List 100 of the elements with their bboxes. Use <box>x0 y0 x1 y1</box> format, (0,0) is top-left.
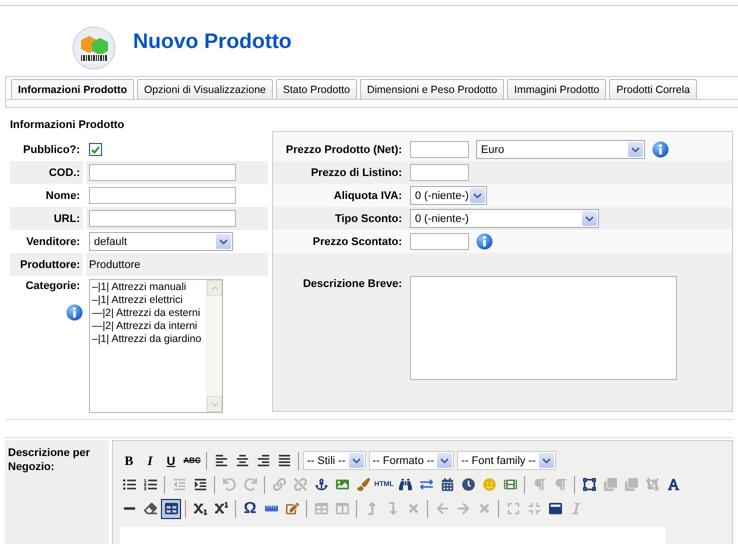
anchor-icon <box>314 478 328 491</box>
field-label: URL: <box>54 212 81 224</box>
replace-icon <box>420 478 432 491</box>
table-icon <box>314 502 328 515</box>
chevron-down-icon <box>542 458 551 464</box>
field-label: Descrizione Breve: <box>302 278 403 290</box>
dropdown[interactable]: 0 (-niente-) <box>410 209 599 228</box>
field-label: Prezzo Scontato: <box>312 236 403 248</box>
toolbar-dropdown[interactable]: -- Stili -- <box>303 451 366 470</box>
layers-icon <box>624 478 638 491</box>
outdent-icon <box>172 478 186 491</box>
paragraph-icon <box>554 478 566 491</box>
strikethrough-button[interactable]: ABC <box>182 450 202 470</box>
superscript-icon <box>214 502 228 515</box>
edit-icon <box>286 502 298 515</box>
page-title: Nuovo Prodotto <box>133 30 292 54</box>
chevron-down-icon <box>585 216 594 222</box>
align-center-icon <box>236 454 248 467</box>
field-label: Prezzo di Listino: <box>310 166 403 178</box>
clock-icon <box>462 478 474 491</box>
text-area[interactable] <box>410 276 677 380</box>
subscript-icon <box>194 502 206 515</box>
field-label: Descrizione per Negozio: <box>5 440 109 544</box>
scroll-up-icon[interactable] <box>210 286 218 290</box>
price-field[interactable] <box>410 233 469 250</box>
link-icon <box>272 478 286 491</box>
style-icon <box>570 502 582 515</box>
toolbar-dropdown[interactable]: -- Font family -- <box>457 451 556 470</box>
field-label: Aliquota IVA: <box>334 190 403 202</box>
calendar-icon <box>440 478 454 491</box>
tab[interactable]: Prodotti Correla <box>609 79 697 99</box>
list-item[interactable]: –|1| Attrezzi elettrici <box>92 294 204 307</box>
price-field[interactable] <box>410 141 469 158</box>
text-field[interactable] <box>89 164 236 181</box>
italic-button[interactable]: I <box>140 450 160 470</box>
table-icon <box>164 502 178 515</box>
scroll-down-icon[interactable] <box>210 402 218 406</box>
column-insert-icon <box>456 502 470 515</box>
columns-icon <box>336 502 348 515</box>
chevron-down-icon <box>440 458 450 464</box>
align-right-icon <box>256 454 270 467</box>
text-field[interactable] <box>89 210 236 227</box>
row-delete-icon <box>406 502 420 515</box>
field-value: Produttore <box>89 258 140 270</box>
text-field[interactable] <box>89 187 236 204</box>
dropdown[interactable]: default <box>89 232 233 251</box>
list-item[interactable]: –|1| Attrezzi da giardino <box>92 333 204 346</box>
field-label: Prezzo Prodotto (Net): <box>286 144 403 156</box>
bullet-list-icon <box>122 478 136 491</box>
toolbar-dropdown[interactable]: -- Formato -- <box>368 451 454 470</box>
tab[interactable]: Dimensioni e Peso Prodotto <box>360 79 504 99</box>
layers-icon <box>604 478 616 491</box>
numbered-list-icon <box>144 478 156 491</box>
smiley-icon <box>482 478 496 491</box>
search-icon <box>398 478 412 491</box>
text-color-icon <box>666 478 680 491</box>
field-label: COD.: <box>48 166 81 178</box>
split-cells-icon <box>506 502 520 515</box>
field-label: Nome: <box>46 190 81 202</box>
eraser-icon <box>144 502 156 515</box>
product-box-icon <box>72 26 116 70</box>
tab[interactable]: Informazioni Prodotto <box>11 79 134 99</box>
tab[interactable]: Stato Prodotto <box>276 79 358 99</box>
field-label: Produttore: <box>20 258 81 270</box>
list-item[interactable]: —|2| Attrezzi da interni <box>92 320 204 333</box>
unlink-icon <box>294 478 306 491</box>
field-label: Pubblico?: <box>23 144 81 156</box>
section-heading: Informazioni Prodotto <box>10 118 126 133</box>
category-list[interactable]: –|1| Attrezzi manuali –|1| Attrezzi elettrici —|2| Attrezzi da esterni —|2| Attrezzi da interni –|1| Attrezzi da giardino <box>89 279 223 413</box>
dropdown[interactable]: 0 (-niente-) <box>410 186 487 205</box>
price-field[interactable] <box>410 164 469 181</box>
paragraph-icon <box>532 478 546 491</box>
list-item[interactable]: —|2| Attrezzi da esterni <box>92 307 204 320</box>
checkbox[interactable] <box>89 143 102 156</box>
chevron-down-icon <box>473 192 482 198</box>
chevron-down-icon <box>631 146 640 152</box>
list-item[interactable]: –|1| Attrezzi manuali <box>92 281 204 294</box>
brush-icon <box>356 478 370 491</box>
currency-dropdown[interactable]: Euro <box>476 140 645 159</box>
column-delete-icon <box>478 502 490 515</box>
merge-cells-icon <box>528 502 540 515</box>
image-icon <box>336 478 348 491</box>
bold-button[interactable]: B <box>119 450 139 470</box>
crop-icon <box>646 478 658 491</box>
row-insert-icon <box>364 502 378 515</box>
column-insert-icon <box>436 502 448 515</box>
special-character-button[interactable]: Ω <box>240 498 260 518</box>
table-button[interactable] <box>161 498 181 518</box>
row-insert-icon <box>386 502 398 515</box>
tab[interactable]: Opzioni di Visualizzazione <box>137 79 273 99</box>
window-icon <box>548 502 562 515</box>
underline-button[interactable]: U <box>161 450 181 470</box>
chevron-down-icon <box>219 238 228 244</box>
redo-icon <box>244 478 256 491</box>
film-icon <box>504 478 516 491</box>
field-label: Tipo Sconto: <box>334 212 403 224</box>
field-label: Categorie: <box>26 280 81 292</box>
chevron-down-icon <box>352 458 360 464</box>
tab[interactable]: Immagini Prodotto <box>507 79 606 99</box>
undo-icon <box>222 478 236 491</box>
